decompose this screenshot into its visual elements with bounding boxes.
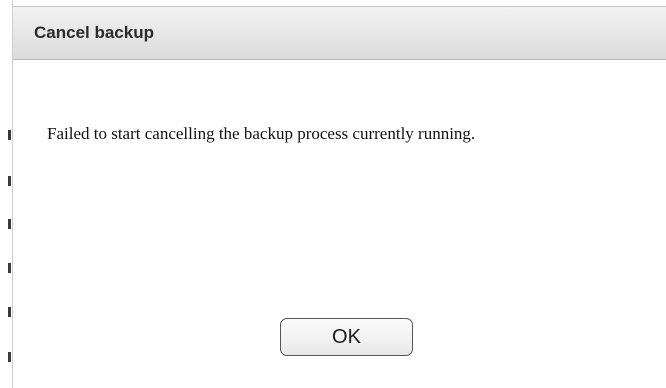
cancel-backup-dialog: Cancel backup Failed to start cancelling… xyxy=(12,0,666,388)
dialog-titlebar[interactable]: Cancel backup xyxy=(13,6,666,60)
background-window-edge xyxy=(0,0,12,388)
background-window-mark xyxy=(8,176,11,186)
background-window-mark xyxy=(8,219,11,229)
ok-button[interactable]: OK xyxy=(280,318,413,356)
background-window-mark xyxy=(8,263,11,273)
dialog-title: Cancel backup xyxy=(34,23,154,42)
background-window-mark xyxy=(8,307,11,317)
ok-button-label: OK xyxy=(332,325,361,348)
dialog-message: Failed to start cancelling the backup pr… xyxy=(47,124,476,143)
background-window-mark xyxy=(8,130,11,140)
background-window-mark xyxy=(8,352,11,362)
